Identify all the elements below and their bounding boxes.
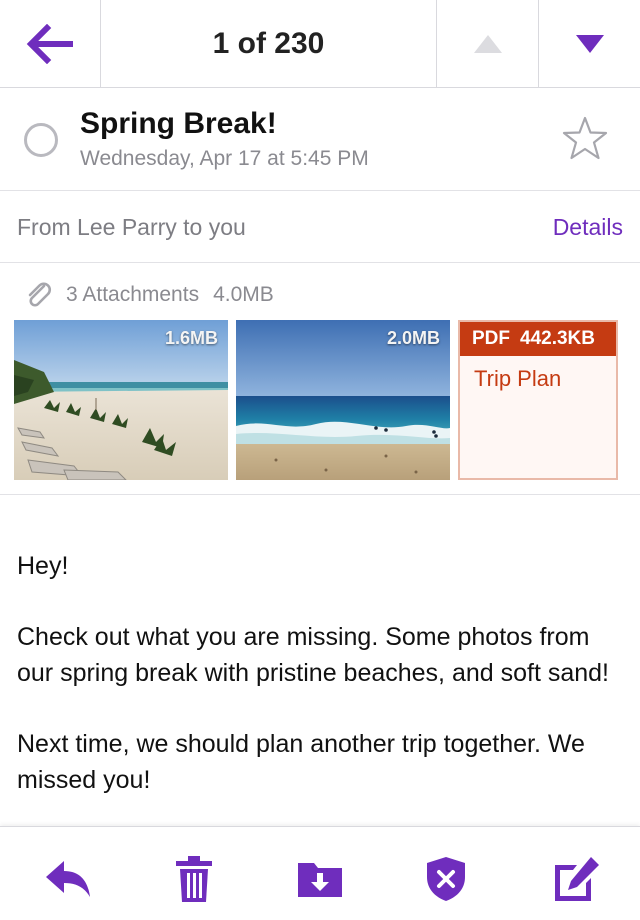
message-date: Wednesday, Apr 17 at 5:45 PM (80, 147, 369, 170)
compose-button[interactable] (548, 851, 604, 907)
read-status-toggle[interactable] (24, 123, 58, 157)
attachments-total-size: 4.0MB (213, 283, 274, 306)
paperclip-icon (28, 282, 51, 307)
subject-title: Spring Break! (80, 107, 277, 140)
triangle-up-icon (473, 35, 502, 53)
next-message-button[interactable] (539, 0, 640, 88)
pdf-header: PDF 442.3KB (460, 322, 616, 356)
delete-button[interactable] (166, 851, 222, 907)
body-paragraph: Check out what you are missing. Some pho… (17, 623, 610, 687)
spam-button[interactable] (418, 851, 474, 907)
message-body: Hey! Check out what you are missing. Som… (17, 548, 627, 826)
spam-shield-icon (427, 857, 465, 901)
from-line: From Lee Parry to you (17, 214, 246, 240)
body-paragraph: Next time, we should plan another trip t… (17, 730, 585, 794)
attachment-pdf-card[interactable]: PDF 442.3KB Trip Plan (458, 320, 618, 480)
attachment-thumbnail-ocean[interactable]: 2.0MB (236, 320, 450, 480)
message-counter: 1 of 230 (101, 0, 437, 88)
pdf-type-label: PDF (472, 328, 510, 349)
attachments-header: 3 Attachments 4.0MB (24, 280, 274, 310)
reply-icon (46, 861, 90, 897)
details-link[interactable]: Details (553, 214, 623, 241)
attachments-count: 3 Attachments (66, 283, 200, 306)
sender-row: From Lee Parry to you Details (0, 192, 640, 263)
trash-icon (176, 856, 212, 902)
top-nav-bar: 1 of 230 (0, 0, 640, 88)
body-paragraph: Hey! (17, 552, 69, 580)
attachment-thumbnail-beach-chairs[interactable]: 1.6MB (14, 320, 228, 480)
previous-message-button[interactable] (437, 0, 539, 88)
compose-icon (555, 857, 599, 901)
bottom-toolbar (0, 826, 640, 920)
star-icon[interactable] (562, 115, 608, 161)
triangle-down-icon (575, 35, 604, 53)
pdf-file-name: Trip Plan (474, 366, 562, 391)
divider (0, 494, 640, 495)
pdf-size-label: 442.3KB (520, 328, 595, 349)
subject-section: Spring Break! Wednesday, Apr 17 at 5:45 … (0, 89, 640, 191)
attachment-size-label: 2.0MB (386, 328, 440, 348)
back-arrow-icon (26, 24, 73, 64)
attachment-size-label: 1.6MB (164, 328, 218, 348)
move-to-folder-icon (298, 863, 342, 897)
reply-button[interactable] (40, 851, 96, 907)
back-button[interactable] (0, 0, 101, 88)
move-button[interactable] (292, 851, 348, 907)
